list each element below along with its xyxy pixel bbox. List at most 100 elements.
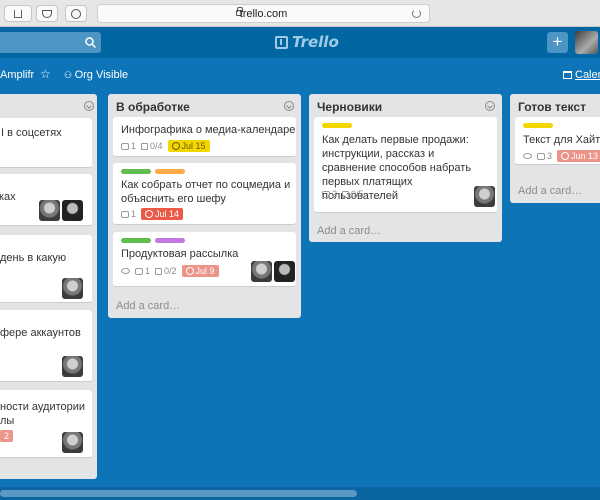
list-card[interactable]: день в какую	[0, 235, 92, 303]
due-date: Jul 15	[181, 141, 206, 151]
member-avatar[interactable]	[62, 200, 83, 221]
star-icon[interactable]: ☆	[40, 67, 51, 81]
checklist-badge: 0/2	[155, 266, 177, 276]
list-card[interactable]: Инфографика о медиа-календаре 1 0/4 Jul …	[113, 117, 296, 157]
comments-count: 1	[131, 141, 137, 151]
list-card[interactable]: Как делать первые продажи: инструкции, р…	[314, 117, 497, 213]
card-title-line: лы	[0, 415, 15, 427]
search-icon	[85, 37, 96, 48]
list-drafts: Черновики Как делать первые продажи: инс…	[309, 94, 502, 242]
checklist-count: 0/4	[150, 141, 163, 151]
list-card[interactable]: Продуктовая рассылка 1 0/2 Jul 9	[113, 232, 296, 287]
checklist-count: 0/5	[351, 189, 364, 199]
card-labels	[121, 169, 185, 174]
comments-badge: 3	[537, 151, 552, 161]
checklist-count: 0/2	[164, 266, 177, 276]
list-menu-icon[interactable]	[284, 101, 294, 111]
card-title: Продуктовая рассылка	[121, 248, 239, 260]
label-green	[121, 169, 151, 174]
list-partial: I в соцсетях ках день в какую фере аккау…	[0, 94, 97, 479]
visibility-button[interactable]: ⚇ Org Visible	[64, 69, 128, 81]
board-scrollbar[interactable]	[0, 487, 600, 500]
member-avatar[interactable]	[62, 278, 83, 299]
comments-badge: 1	[135, 266, 150, 276]
member-avatar[interactable]	[474, 186, 495, 207]
comment-icon	[121, 142, 129, 150]
logo-text: Trello	[292, 33, 339, 51]
avatar[interactable]	[575, 31, 598, 54]
member-avatar[interactable]	[62, 356, 83, 377]
member-avatar[interactable]	[39, 200, 60, 221]
member-avatar[interactable]	[274, 261, 295, 282]
pocket-button[interactable]	[36, 5, 58, 22]
member-avatar[interactable]	[251, 261, 272, 282]
label-yellow	[322, 123, 352, 128]
pocket-icon	[42, 9, 52, 18]
card-title-line: ности аудитории	[0, 401, 86, 413]
trello-logo[interactable]: Trello	[275, 33, 339, 51]
card-badges: 2 0/5	[322, 189, 364, 199]
list-card[interactable]: ках	[0, 174, 92, 226]
list-title: В обработке	[116, 100, 190, 114]
team-name[interactable]: Amplifr	[0, 69, 34, 81]
list-title: Черновики	[317, 100, 383, 114]
comments-count: 1	[131, 209, 137, 219]
comment-icon	[537, 152, 545, 160]
comments-badge: 1	[121, 141, 136, 151]
list-card[interactable]: I в соцсетях	[0, 118, 92, 168]
address-bar[interactable]: trello.com	[97, 4, 430, 23]
card-title: день в какую	[0, 252, 67, 264]
checklist-icon	[155, 267, 163, 275]
member-avatar[interactable]	[62, 432, 83, 453]
eye-icon	[523, 153, 532, 159]
org-icon: ⚇	[64, 70, 75, 80]
add-card-button[interactable]: Add a card…	[518, 185, 582, 197]
list-menu-icon[interactable]	[84, 101, 94, 111]
clock-icon	[145, 210, 154, 218]
comments-count: 1	[145, 266, 151, 276]
card-title: Инфографика о медиа-календаре	[121, 124, 296, 136]
due-date: Jul 9	[195, 266, 215, 276]
label-purple	[155, 238, 185, 243]
trello-logo-icon	[275, 35, 288, 49]
card-badges: 1 0/2 Jul 9	[121, 265, 219, 277]
watch-badge	[121, 268, 130, 274]
list-card[interactable]: Текст для Хайтек 3 Jun 13	[515, 117, 600, 165]
comments-count: 2	[332, 189, 338, 199]
add-card-button[interactable]: Add a card…	[116, 300, 180, 312]
search-input[interactable]	[0, 32, 101, 53]
reader-button[interactable]	[65, 5, 87, 22]
add-button[interactable]: +	[547, 32, 568, 53]
due-badge: Jul 9	[181, 265, 219, 277]
reload-icon[interactable]	[412, 9, 421, 18]
due-badge: Jul 15	[167, 140, 210, 152]
due-badge: Jun 13	[557, 150, 600, 162]
checklist-icon	[342, 190, 350, 198]
add-card-button[interactable]: Add a card…	[317, 225, 381, 237]
checklist-icon	[141, 142, 149, 150]
checklist-badge: 0/5	[342, 189, 364, 199]
card-badges: 1 Jul 14	[121, 208, 184, 220]
card-title: I в соцсетях	[1, 127, 62, 139]
list-menu-icon[interactable]	[485, 101, 495, 111]
share-button[interactable]	[4, 5, 32, 22]
due-badge: Jul 14	[141, 208, 184, 220]
list-card[interactable]: фере аккаунтов	[0, 310, 92, 382]
label-yellow	[523, 123, 553, 128]
clock-icon	[561, 152, 570, 160]
comment-icon	[135, 267, 143, 275]
clock-icon	[171, 142, 180, 150]
card-title: Текст для Хайтек	[523, 134, 600, 146]
clock-icon	[185, 267, 194, 275]
comments-badge: 1	[121, 209, 136, 219]
list-title: Готов текст	[518, 100, 586, 114]
card-labels	[121, 238, 185, 243]
list-card[interactable]: Как собрать отчет по соцмедиа и объяснит…	[113, 163, 296, 225]
calendar-label: Calen	[575, 69, 600, 81]
list-card[interactable]: ности аудитории лы 2	[0, 390, 92, 458]
due-date: Jun 13	[571, 151, 599, 161]
scrollbar-thumb[interactable]	[0, 490, 357, 497]
list-ready: Готов текст Текст для Хайтек 3 Jun 13 Ad…	[510, 94, 600, 203]
calendar-button[interactable]: Calen	[563, 69, 600, 81]
board-header: Amplifr ☆ ⚇ Org Visible Calen	[0, 58, 600, 90]
